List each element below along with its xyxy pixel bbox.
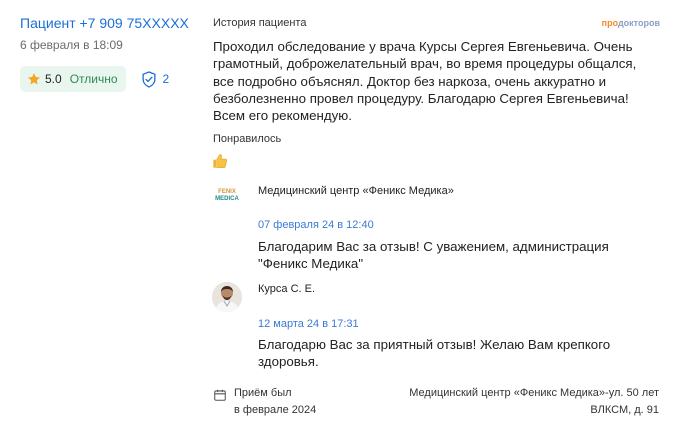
clinic-address-line1: Медицинский центр «Феникс Медика»-ул. 50… [409, 387, 659, 399]
review-body: История пациента Проходил обследование у… [213, 17, 660, 124]
reviewer-badges: 5.0 Отлично 2 [20, 66, 195, 92]
calendar-icon [214, 389, 226, 401]
rating-badge: 5.0 Отлично [20, 66, 126, 92]
doctor-avatar[interactable] [212, 282, 242, 312]
reviewer-panel: Пациент +7 909 75XXXXX 6 февраля в 18:09… [20, 14, 195, 92]
visit-info: Приём был в феврале 2024 [234, 385, 316, 419]
patient-name[interactable]: Пациент +7 909 75XXXXX [20, 14, 195, 32]
clinic-address[interactable]: Медицинский центр «Феникс Медика»-ул. 50… [359, 385, 659, 419]
review-text: Проходил обследование у врача Курсы Серг… [213, 39, 637, 124]
reply-text: Благодарим Вас за отзыв! С уважением, ад… [258, 239, 609, 272]
rating-value: 5.0 [45, 72, 62, 86]
section-title: История пациента [213, 17, 307, 29]
reply-date: 07 февраля 24 в 12:40 [258, 219, 374, 231]
review-date: 6 февраля в 18:09 [20, 38, 123, 52]
brand-logo: продокторов [601, 18, 660, 28]
visit-line2: в феврале 2024 [234, 404, 317, 416]
clinic-logo: FENIX MEDICA [215, 189, 239, 202]
thumbs-up-icon [213, 154, 227, 168]
reply-author: Курса С. Е. [258, 283, 316, 295]
reply-author: Медицинский центр «Феникс Медика» [258, 185, 454, 197]
visit-line1: Приём был [234, 387, 292, 399]
clinic-address-line2: ВЛКСМ, д. 91 [590, 404, 659, 416]
reply-text: Благодарю Вас за приятный отзыв! Желаю В… [258, 337, 611, 370]
liked-title: Понравилось [213, 133, 282, 145]
verified-indicator[interactable]: 2 [141, 70, 170, 88]
rating-label: Отлично [69, 72, 118, 86]
star-icon [28, 73, 40, 85]
verified-count: 2 [162, 72, 170, 86]
reply-date: 12 марта 24 в 17:31 [258, 318, 359, 330]
shield-check-icon [141, 70, 156, 88]
